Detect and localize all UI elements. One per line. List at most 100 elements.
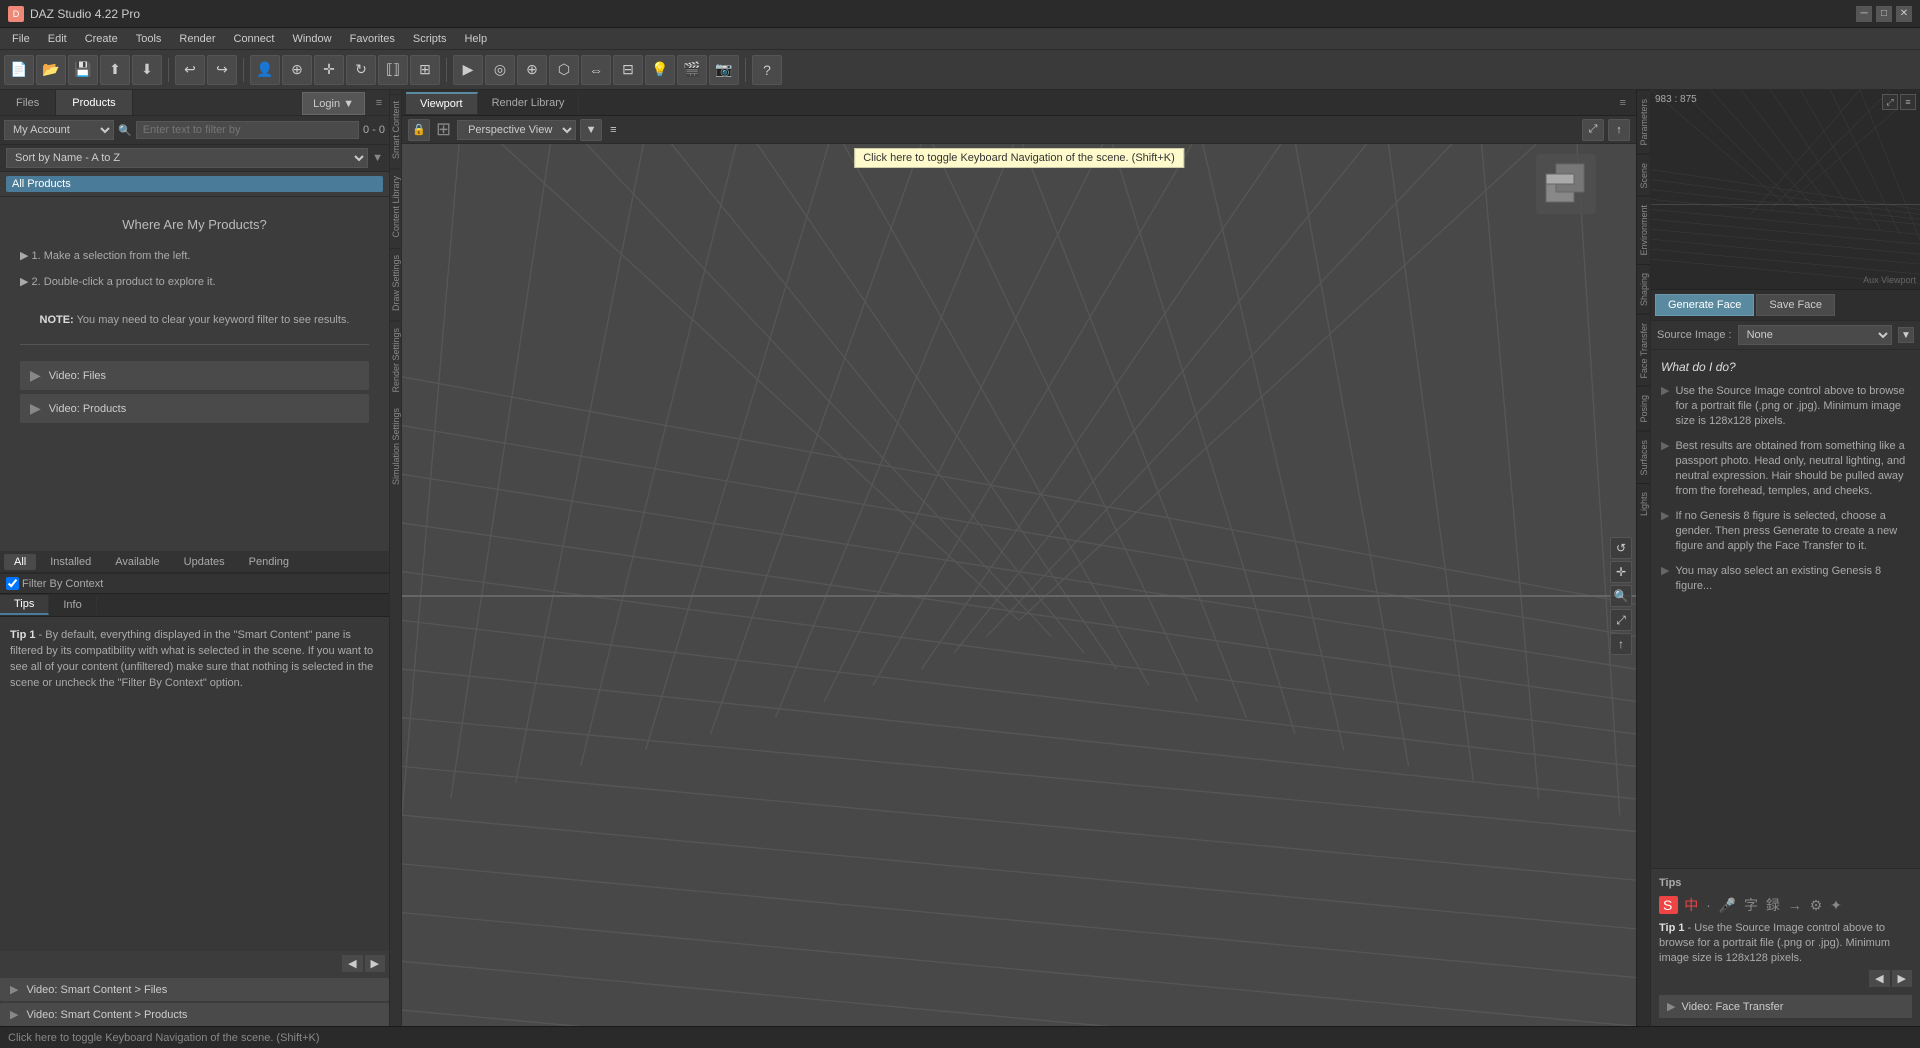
simulation-settings-label[interactable]: Simulation Settings <box>389 402 403 491</box>
menu-edit[interactable]: Edit <box>40 31 75 47</box>
video-smartcontent-products-button[interactable]: ▶ Video: Smart Content > Products <box>0 1003 389 1026</box>
3d-cube-nav[interactable] <box>1536 154 1596 214</box>
save-face-button[interactable]: Save Face <box>1756 294 1835 316</box>
close-button[interactable]: ✕ <box>1896 6 1912 22</box>
open-button[interactable]: 📂 <box>36 55 66 85</box>
rpl-lights[interactable]: Lights <box>1637 483 1650 524</box>
smart-content-label[interactable]: Smart Content <box>389 94 403 165</box>
align-button[interactable]: ⇔ <box>581 55 611 85</box>
install-tab-all[interactable]: All <box>4 554 36 570</box>
rpl-scene[interactable]: Scene <box>1637 154 1650 197</box>
add-button[interactable]: ⊕ <box>517 55 547 85</box>
ov-orbit-button[interactable]: ↺ <box>1610 537 1632 559</box>
ov-fit-button[interactable]: ⤢ <box>1610 609 1632 631</box>
video-smartcontent-files-button[interactable]: ▶ Video: Smart Content > Files <box>0 978 389 1001</box>
sort-menu-icon[interactable]: ▼ <box>372 152 383 164</box>
tips-next-button[interactable]: ▶ <box>365 955 385 972</box>
view-mode-select[interactable]: Perspective View Front View Side View To… <box>457 120 576 140</box>
video-files-button[interactable]: ▶ Video: Files <box>20 361 369 390</box>
new-button[interactable]: 📄 <box>4 55 34 85</box>
view-lock-button[interactable]: 🔒 <box>408 119 430 141</box>
rpl-shaping[interactable]: Shaping <box>1637 264 1650 314</box>
ov-scroll-button[interactable]: ↑ <box>1610 633 1632 655</box>
tips-br-prev-button[interactable]: ◀ <box>1869 970 1889 987</box>
generate-face-button[interactable]: Generate Face <box>1655 294 1754 316</box>
sort-select[interactable]: Sort by Name - A to Z <box>6 148 368 168</box>
maximize-button[interactable]: □ <box>1876 6 1892 22</box>
tab-products[interactable]: Products <box>56 90 132 115</box>
camera-button[interactable]: 📷 <box>709 55 739 85</box>
menu-help[interactable]: Help <box>456 31 495 47</box>
filter-by-context-checkbox[interactable] <box>6 577 19 590</box>
menu-window[interactable]: Window <box>284 31 339 47</box>
export-button[interactable]: ⬇ <box>132 55 162 85</box>
install-tab-pending[interactable]: Pending <box>239 554 299 570</box>
menu-render[interactable]: Render <box>171 31 223 47</box>
tips-br-next-button[interactable]: ▶ <box>1892 970 1912 987</box>
video-products-button[interactable]: ▶ Video: Products <box>20 394 369 423</box>
bottom-tab-tips[interactable]: Tips <box>0 595 49 615</box>
content-library-label[interactable]: Content Library <box>389 169 403 244</box>
menu-connect[interactable]: Connect <box>226 31 283 47</box>
search-input[interactable] <box>136 121 359 139</box>
install-tab-updates[interactable]: Updates <box>174 554 235 570</box>
source-image-select[interactable]: None <box>1738 325 1892 345</box>
menu-file[interactable]: File <box>4 31 38 47</box>
tab-render-library[interactable]: Render Library <box>478 93 580 113</box>
scale-tool[interactable]: ⟦⟧ <box>378 55 408 85</box>
rpl-environment[interactable]: Environment <box>1637 196 1650 264</box>
tab-viewport[interactable]: Viewport <box>406 92 478 114</box>
move-tool[interactable]: ✛ <box>314 55 344 85</box>
account-select[interactable]: My Account <box>4 120 114 140</box>
node-editor[interactable]: ⬡ <box>549 55 579 85</box>
menu-scripts[interactable]: Scripts <box>405 31 455 47</box>
redo-button[interactable]: ↪ <box>207 55 237 85</box>
import-button[interactable]: ⬆ <box>100 55 130 85</box>
install-tab-available[interactable]: Available <box>105 554 169 570</box>
tips-prev-button[interactable]: ◀ <box>342 955 362 972</box>
render-settings-label[interactable]: Render Settings <box>389 321 403 399</box>
pose-button[interactable]: ⊕ <box>282 55 312 85</box>
aux-viewport[interactable]: 983 : 875 <box>1651 90 1920 290</box>
rpl-face-transfer[interactable]: Face Transfer <box>1637 314 1650 387</box>
render-button[interactable]: 🎬 <box>677 55 707 85</box>
save-button[interactable]: 💾 <box>68 55 98 85</box>
aux-expand-button[interactable]: ⤢ <box>1882 94 1898 110</box>
loop-button[interactable]: ◎ <box>485 55 515 85</box>
panel-menu-button[interactable]: ≡ <box>369 90 389 115</box>
menu-tools[interactable]: Tools <box>128 31 170 47</box>
rpl-surfaces[interactable]: Surfaces <box>1637 431 1650 484</box>
view-dropdown-button[interactable]: ▼ <box>580 119 602 141</box>
draw-settings-label[interactable]: Draw Settings <box>389 248 403 317</box>
help-button[interactable]: ? <box>752 55 782 85</box>
headlamp-button[interactable]: 💡 <box>645 55 675 85</box>
viewport-menu-icon[interactable]: ≡ <box>1614 97 1632 109</box>
install-tab-installed[interactable]: Installed <box>40 554 101 570</box>
window-controls[interactable]: ─ □ ✕ <box>1856 6 1912 22</box>
rpl-posing[interactable]: Posing <box>1637 386 1650 431</box>
rpl-parameters[interactable]: Parameters <box>1637 90 1650 154</box>
transform-tool[interactable]: ⊞ <box>410 55 440 85</box>
view-orbit-button[interactable]: ↑ <box>1608 119 1630 141</box>
figure-button[interactable]: 👤 <box>250 55 280 85</box>
aux-menu-button[interactable]: ≡ <box>1900 94 1916 110</box>
filter-by-context-label[interactable]: Filter By Context <box>6 577 103 590</box>
minimize-button[interactable]: ─ <box>1856 6 1872 22</box>
ov-pan-button[interactable]: ✛ <box>1610 561 1632 583</box>
select-tool[interactable]: ▶ <box>453 55 483 85</box>
group-button[interactable]: ⊟ <box>613 55 643 85</box>
menu-create[interactable]: Create <box>77 31 126 47</box>
ov-zoom-button[interactable]: 🔍 <box>1610 585 1632 607</box>
login-button[interactable]: Login ▼ <box>302 92 365 115</box>
source-expand-button[interactable]: ▼ <box>1898 327 1914 343</box>
undo-button[interactable]: ↩ <box>175 55 205 85</box>
menu-favorites[interactable]: Favorites <box>342 31 403 47</box>
view-menu-icon[interactable]: ≡ <box>610 124 616 136</box>
category-all-products[interactable]: All Products <box>6 176 383 192</box>
viewport-3d[interactable]: Click here to toggle Keyboard Navigation… <box>402 144 1636 1048</box>
video-face-transfer-button[interactable]: ▶ Video: Face Transfer <box>1659 995 1912 1018</box>
rotate-tool[interactable]: ↻ <box>346 55 376 85</box>
tab-files[interactable]: Files <box>0 90 56 115</box>
view-fit-button[interactable]: ⤢ <box>1582 119 1604 141</box>
bottom-tab-info[interactable]: Info <box>49 596 96 614</box>
